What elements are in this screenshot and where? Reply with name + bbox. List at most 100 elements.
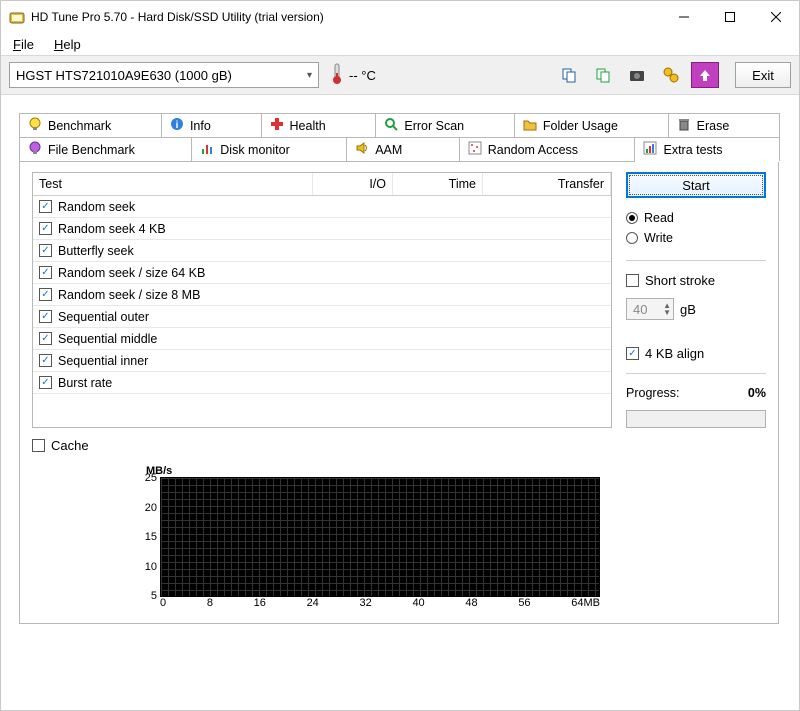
- test-label: Sequential middle: [58, 332, 157, 346]
- table-header: Test I/O Time Transfer: [33, 173, 611, 196]
- tab-row-1: BenchmarkiInfoHealthError ScanFolder Usa…: [19, 113, 779, 137]
- radio-write[interactable]: Write: [626, 228, 766, 248]
- speaker-icon: [355, 141, 369, 158]
- radio-read[interactable]: Read: [626, 208, 766, 228]
- table-row[interactable]: ✓ Sequential outer: [33, 306, 611, 328]
- tab-health[interactable]: Health: [261, 113, 377, 137]
- cache-checkbox[interactable]: Cache: [32, 438, 766, 453]
- side-controls: Start Read Write Short stroke 40 ▲▼ gB ✓…: [626, 172, 766, 428]
- chart-x-ticks: 0816243240485664MB: [160, 597, 600, 609]
- mode-radio-group: Read Write: [626, 208, 766, 248]
- menu-help[interactable]: Help: [46, 35, 89, 54]
- minimize-button[interactable]: [661, 1, 707, 33]
- short-stroke-spinner[interactable]: 40 ▲▼: [626, 298, 674, 320]
- cross-red-icon: [270, 117, 284, 134]
- test-label: Sequential outer: [58, 310, 149, 324]
- tab-row-2: File BenchmarkDisk monitorAAMRandom Acce…: [19, 137, 779, 161]
- test-label: Random seek / size 8 MB: [58, 288, 200, 302]
- temperature-value: -- °C: [349, 68, 376, 83]
- lightbulb-purple-icon: [28, 141, 42, 158]
- drive-select-value: HGST HTS721010A9E630 (1000 gB): [16, 68, 232, 83]
- chart-ylabel: MB/s: [146, 465, 592, 477]
- screenshot-button[interactable]: [623, 61, 651, 89]
- progress-label-row: Progress: 0%: [626, 386, 766, 400]
- chart-area: MB/s 252015105 0816243240485664MB: [132, 465, 592, 609]
- table-row[interactable]: ✓ Sequential inner: [33, 350, 611, 372]
- checkbox-icon: ✓: [39, 200, 52, 213]
- start-button[interactable]: Start: [626, 172, 766, 198]
- checkbox-icon: ✓: [626, 347, 639, 360]
- info-icon: i: [170, 117, 184, 134]
- drive-select[interactable]: HGST HTS721010A9E630 (1000 gB) ▾: [9, 62, 319, 88]
- tab-erase[interactable]: Erase: [668, 113, 780, 137]
- table-row[interactable]: ✓ Random seek 4 KB: [33, 218, 611, 240]
- test-label: Butterfly seek: [58, 244, 134, 258]
- checkbox-icon: ✓: [39, 288, 52, 301]
- temperature-display: -- °C: [329, 63, 376, 88]
- app-icon: [9, 9, 25, 25]
- tab-file-benchmark[interactable]: File Benchmark: [19, 137, 192, 161]
- test-label: Random seek / size 64 KB: [58, 266, 205, 280]
- progress-bar: [626, 410, 766, 428]
- checkbox-icon: ✓: [39, 266, 52, 279]
- options-button[interactable]: [657, 61, 685, 89]
- column-transfer[interactable]: Transfer: [483, 173, 611, 195]
- copy-result-button[interactable]: [589, 61, 617, 89]
- tab-aam[interactable]: AAM: [346, 137, 460, 161]
- checkbox-icon: ✓: [39, 310, 52, 323]
- magnifier-icon: [384, 117, 398, 134]
- tab-benchmark[interactable]: Benchmark: [19, 113, 162, 137]
- column-test[interactable]: Test: [33, 173, 313, 195]
- chart-green-icon: [643, 141, 657, 158]
- short-stroke-checkbox[interactable]: Short stroke: [626, 273, 766, 288]
- checkbox-icon: [626, 274, 639, 287]
- test-label: Random seek: [58, 200, 135, 214]
- folder-icon: [523, 117, 537, 134]
- tab-random-access[interactable]: Random Access: [459, 137, 636, 161]
- thermometer-icon: [329, 63, 345, 88]
- checkbox-icon: ✓: [39, 354, 52, 367]
- transfer-chart: 252015105: [160, 477, 600, 597]
- tab-folder-usage[interactable]: Folder Usage: [514, 113, 669, 137]
- radio-dot-icon: [626, 232, 638, 244]
- exit-button[interactable]: Exit: [735, 62, 791, 88]
- table-row[interactable]: ✓ Sequential middle: [33, 328, 611, 350]
- test-label: Sequential inner: [58, 354, 148, 368]
- progress-value: 0%: [748, 386, 766, 400]
- chart-y-ticks: 252015105: [133, 472, 157, 602]
- checkbox-icon: ✓: [39, 244, 52, 257]
- checkbox-icon: ✓: [39, 332, 52, 345]
- test-label: Random seek 4 KB: [58, 222, 166, 236]
- close-button[interactable]: [753, 1, 799, 33]
- window-title: HD Tune Pro 5.70 - Hard Disk/SSD Utility…: [31, 10, 661, 24]
- table-row[interactable]: ✓ Random seek / size 64 KB: [33, 262, 611, 284]
- svg-text:i: i: [176, 120, 179, 131]
- table-row[interactable]: ✓ Butterfly seek: [33, 240, 611, 262]
- spinner-arrows-icon: ▲▼: [663, 302, 671, 316]
- align-checkbox[interactable]: ✓4 KB align: [626, 346, 766, 361]
- tab-panel-extra-tests: Test I/O Time Transfer ✓ Random seek ✓ Rand…: [19, 161, 779, 624]
- tab-extra-tests[interactable]: Extra tests: [634, 137, 779, 161]
- table-row[interactable]: ✓Burst rate: [33, 372, 611, 394]
- trash-icon: [677, 117, 691, 134]
- short-stroke-unit: gB: [680, 302, 696, 317]
- lightbulb-icon: [28, 117, 42, 134]
- tab-info[interactable]: iInfo: [161, 113, 262, 137]
- menu-file[interactable]: File: [5, 35, 42, 54]
- menubar: File Help: [1, 33, 799, 55]
- checkbox-icon: ✓: [39, 222, 52, 235]
- save-button[interactable]: [691, 62, 719, 88]
- watermark: ↻ LO4D.com: [664, 680, 788, 703]
- tab-disk-monitor[interactable]: Disk monitor: [191, 137, 347, 161]
- column-time[interactable]: Time: [393, 173, 483, 195]
- maximize-button[interactable]: [707, 1, 753, 33]
- table-row[interactable]: ✓ Random seek: [33, 196, 611, 218]
- tab-error-scan[interactable]: Error Scan: [375, 113, 514, 137]
- watermark-icon: ↻: [664, 681, 686, 703]
- titlebar: HD Tune Pro 5.70 - Hard Disk/SSD Utility…: [1, 1, 799, 33]
- table-row[interactable]: ✓ Random seek / size 8 MB: [33, 284, 611, 306]
- copy-info-button[interactable]: [555, 61, 583, 89]
- column-io[interactable]: I/O: [313, 173, 393, 195]
- radio-dot-icon: [626, 212, 638, 224]
- chart-bar-icon: [200, 141, 214, 158]
